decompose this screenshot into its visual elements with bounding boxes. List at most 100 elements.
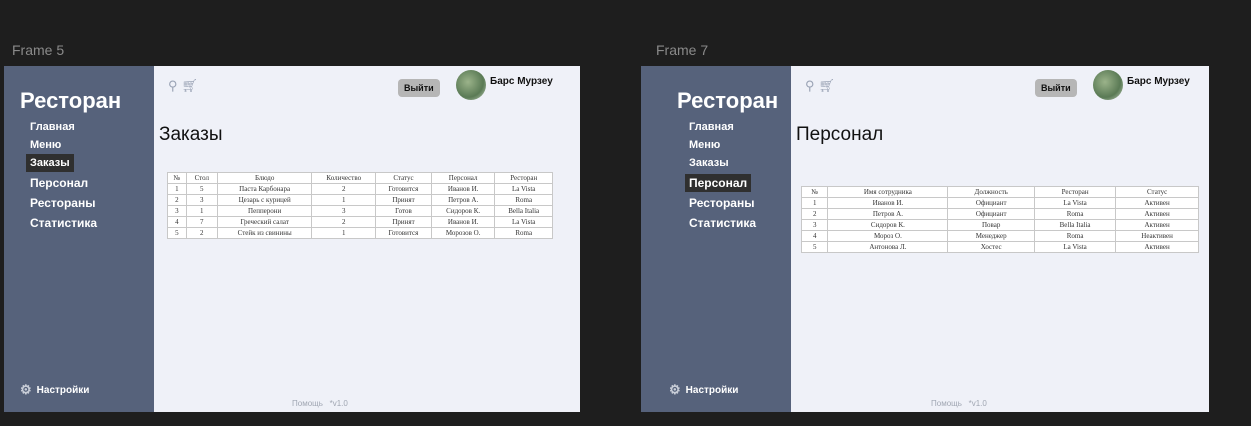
help-link[interactable]: Помощь: [931, 399, 962, 408]
table-cell: Неактивен: [1115, 230, 1199, 242]
sidebar-item-staff[interactable]: Персонал: [685, 174, 752, 192]
table-header: №: [167, 172, 187, 184]
orders-table: № Стол Блюдо Количество Статус Персонал Рестор…: [167, 172, 553, 239]
avatar[interactable]: [456, 70, 486, 100]
sidebar: Ресторан Главная Меню Заказы Персонал Ре…: [641, 66, 791, 412]
table-cell: Мороз О.: [827, 230, 949, 242]
table-row[interactable]: 1 5 Паста Карбонара 2 Готовится Иванов И. La V…: [167, 183, 553, 195]
staff-table: № Имя сотрудника Должность Ресторан Статус 1…: [800, 186, 1199, 253]
footer: Помощь *v1.0: [931, 399, 987, 408]
avatar[interactable]: [1093, 70, 1123, 100]
table-cell: Греческий салат: [216, 216, 313, 228]
table-cell: Стейк из свинины: [216, 227, 313, 239]
table-cell: Roma: [494, 227, 553, 239]
search-icon[interactable]: ⚲: [168, 78, 178, 94]
table-header: Ресторан: [494, 172, 553, 184]
table-cell: 2: [185, 227, 218, 239]
sidebar-item-restaurants[interactable]: Рестораны: [26, 194, 99, 212]
table-header: Имя сотрудника: [827, 186, 949, 198]
table-header: Должность: [947, 186, 1035, 198]
table-row[interactable]: 2 3 Цезарь с курицей 1 Принят Петров А. Roma: [167, 194, 553, 206]
table-cell: 2: [167, 194, 187, 206]
table-cell: 2: [311, 216, 377, 228]
table-cell: Официант: [947, 197, 1035, 209]
sidebar-item-menu[interactable]: Меню: [26, 136, 65, 154]
table-cell: 5: [800, 241, 829, 253]
table-cell: Roma: [494, 194, 553, 206]
table-cell: Цезарь с курицей: [216, 194, 313, 206]
sidebar-item-statistics[interactable]: Статистика: [26, 214, 101, 232]
frame-label: Frame 7: [656, 42, 709, 58]
version-label: *v1.0: [968, 399, 987, 408]
table-cell: 1: [185, 205, 218, 217]
table-cell: Bella Italia: [494, 205, 553, 217]
table-row[interactable]: 4 7 Греческий салат 2 Принят Иванов И. La Vist…: [167, 216, 553, 228]
table-header: Статус: [1115, 186, 1199, 198]
table-header: Стол: [185, 172, 218, 184]
table-row[interactable]: 1 Иванов И. Официант La Vista Активен: [800, 197, 1199, 209]
table-cell: Активен: [1115, 208, 1199, 220]
sidebar-item-home[interactable]: Главная: [26, 118, 79, 136]
table-cell: 4: [800, 230, 829, 242]
gear-icon: ⚙: [669, 382, 681, 397]
table-cell: 5: [185, 183, 218, 195]
logout-button[interactable]: Выйти: [1035, 79, 1077, 97]
table-cell: Сидоров К.: [430, 205, 496, 217]
table-cell: Повар: [947, 219, 1035, 231]
search-icon[interactable]: ⚲: [805, 78, 815, 94]
footer: Помощь *v1.0: [292, 399, 348, 408]
table-row[interactable]: 2 Петров А. Официант Roma Активен: [800, 208, 1199, 220]
table-cell: Хостес: [947, 241, 1035, 253]
table-cell: Морозов О.: [430, 227, 496, 239]
table-cell: 1: [311, 194, 377, 206]
top-icons: ⚲ 🛒︎: [168, 78, 198, 94]
table-cell: Пепперони: [216, 205, 313, 217]
table-cell: 3: [800, 219, 829, 231]
settings-label: Настройки: [685, 384, 739, 396]
table-cell: La Vista: [494, 183, 553, 195]
sidebar-item-home[interactable]: Главная: [685, 118, 738, 136]
table-header: №: [800, 186, 829, 198]
page-title: Персонал: [796, 124, 884, 145]
page-title: Заказы: [159, 124, 223, 145]
table-cell: Roma: [1033, 208, 1117, 220]
sidebar-item-restaurants[interactable]: Рестораны: [685, 194, 758, 212]
table-cell: Официант: [947, 208, 1035, 220]
help-link[interactable]: Помощь: [292, 399, 323, 408]
table-cell: 3: [311, 205, 377, 217]
table-cell: Активен: [1115, 241, 1199, 253]
table-cell: 1: [311, 227, 377, 239]
table-cell: 1: [167, 183, 187, 195]
table-cell: Паста Карбонара: [216, 183, 313, 195]
table-header: Статус: [375, 172, 432, 184]
table-cell: Принят: [375, 216, 432, 228]
table-row[interactable]: 5 2 Стейк из свинины 1 Готовится Морозов О. Ro…: [167, 227, 553, 239]
table-cell: Активен: [1115, 219, 1199, 231]
cart-icon[interactable]: 🛒︎: [182, 78, 199, 94]
sidebar-nav: Главная Меню Заказы Персонал Рестораны С…: [4, 118, 154, 232]
table-row[interactable]: 3 Сидоров К. Повар Bella Italia Активен: [800, 219, 1199, 231]
frame-orders: Ресторан Главная Меню Заказы Персонал Ре…: [4, 66, 580, 412]
table-cell: Сидоров К.: [827, 219, 949, 231]
cart-icon[interactable]: 🛒︎: [819, 78, 836, 94]
table-row[interactable]: 4 Мороз О. Менеджер Roma Неактивен: [800, 230, 1199, 242]
sidebar-item-statistics[interactable]: Статистика: [685, 214, 760, 232]
table-cell: Roma: [1033, 230, 1117, 242]
gear-icon: ⚙: [20, 382, 32, 397]
table-cell: Антонова Л.: [827, 241, 949, 253]
table-row[interactable]: 3 1 Пепперони 3 Готов Сидоров К. Bella Italia: [167, 205, 553, 217]
sidebar-item-menu[interactable]: Меню: [685, 136, 724, 154]
sidebar-item-staff[interactable]: Персонал: [26, 174, 92, 192]
table-cell: Активен: [1115, 197, 1199, 209]
sidebar-item-orders[interactable]: Заказы: [26, 154, 74, 172]
table-cell: La Vista: [1033, 241, 1117, 253]
settings-button[interactable]: ⚙ Настройки: [669, 382, 738, 398]
sidebar-item-orders[interactable]: Заказы: [685, 154, 733, 172]
logout-button[interactable]: Выйти: [398, 79, 440, 97]
table-cell: 5: [167, 227, 187, 239]
table-cell: Иванов И.: [430, 216, 496, 228]
settings-button[interactable]: ⚙ Настройки: [20, 382, 89, 398]
table-row[interactable]: 5 Антонова Л. Хостес La Vista Активен: [800, 241, 1199, 253]
table-cell: 2: [311, 183, 377, 195]
table-cell: Готовится: [375, 183, 432, 195]
